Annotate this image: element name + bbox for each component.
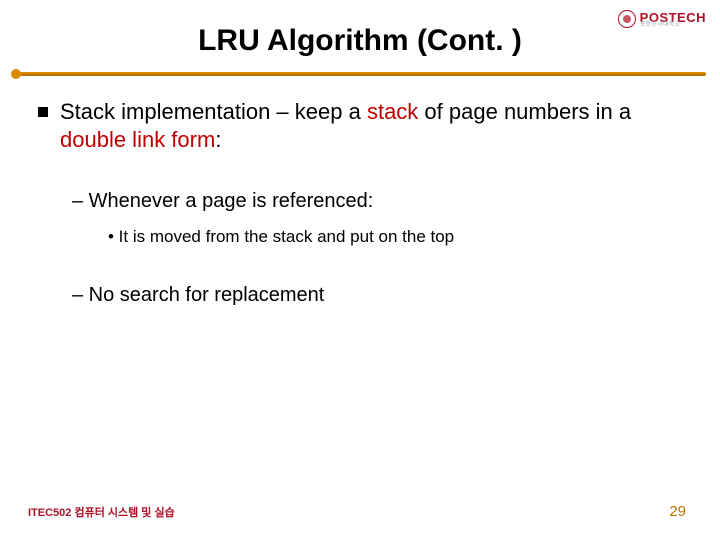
divider-dot-icon xyxy=(11,69,21,79)
slide: POSTECH 포항공과대학교 LRU Algorithm (Cont. ) S… xyxy=(0,0,720,540)
bullet-level2-a: – Whenever a page is referenced: xyxy=(72,189,682,214)
footer-course: ITEC502 컴퓨터 시스템 및 실습 xyxy=(28,504,175,520)
bullet-level3-a: • It is moved from the stack and put on … xyxy=(108,226,682,247)
bullet-level2-b: – No search for replacement xyxy=(72,283,682,308)
bullet1-highlight1: stack xyxy=(367,99,418,124)
title-divider xyxy=(14,72,706,76)
footer-page-number: 29 xyxy=(669,503,686,520)
bullet1-highlight2: double link form xyxy=(60,127,215,152)
bullet1-text: Stack implementation – keep a stack of p… xyxy=(60,98,682,153)
slide-content: Stack implementation – keep a stack of p… xyxy=(38,98,682,320)
square-bullet-icon xyxy=(38,107,48,117)
bullet-level1: Stack implementation – keep a stack of p… xyxy=(38,98,682,153)
bullet1-mid: of page numbers in a xyxy=(418,99,631,124)
slide-title: LRU Algorithm (Cont. ) xyxy=(0,24,720,58)
bullet1-post: : xyxy=(215,127,221,152)
bullet1-pre: Stack implementation – keep a xyxy=(60,99,367,124)
